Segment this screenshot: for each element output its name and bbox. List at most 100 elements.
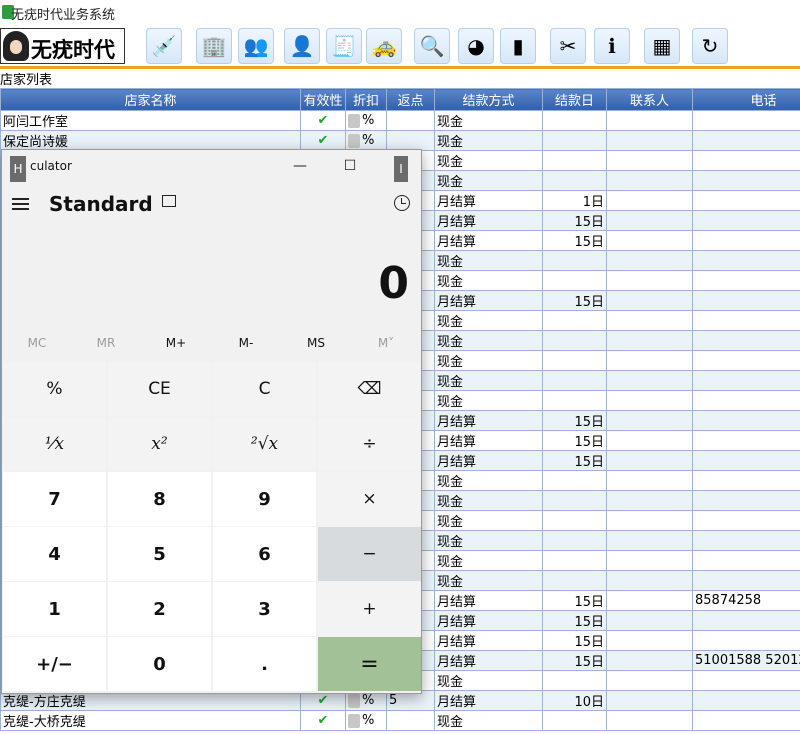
cell-phone[interactable] (692, 230, 800, 251)
cell-contact[interactable] (606, 670, 693, 691)
car-icon[interactable]: 🚕 (366, 28, 402, 64)
cell-pay[interactable]: 现金 (434, 710, 543, 731)
cell-day[interactable] (542, 270, 607, 291)
memory-button-mplus[interactable]: M+ (146, 336, 206, 350)
cell-pay[interactable]: 现金 (434, 250, 543, 271)
cell-day[interactable] (542, 510, 607, 531)
cell-contact[interactable] (606, 150, 693, 171)
calculator-icon[interactable]: ▦ (644, 28, 680, 64)
cell-contact[interactable] (606, 710, 693, 731)
cell-pay[interactable]: 现金 (434, 670, 543, 691)
table-row[interactable]: 克缇-大桥克缇 ✔% 现金 (0, 710, 800, 731)
cell-pay[interactable]: 月结算 (434, 210, 543, 231)
cell-phone[interactable] (692, 390, 800, 411)
cell-valid[interactable]: ✔ (300, 710, 346, 731)
cell-discount[interactable]: % (345, 110, 387, 131)
cell-contact[interactable] (606, 450, 693, 471)
cell-pay[interactable]: 现金 (434, 370, 543, 391)
cell-phone[interactable] (692, 190, 800, 211)
cell-day[interactable] (542, 490, 607, 511)
cell-pay[interactable]: 现金 (434, 310, 543, 331)
cell-pay[interactable]: 月结算 (434, 450, 543, 471)
memory-button-mlist[interactable]: M˅ (356, 336, 416, 350)
cell-contact[interactable] (606, 270, 693, 291)
cell-day[interactable] (542, 250, 607, 271)
cell-day[interactable]: 15日 (542, 590, 607, 611)
tools-icon[interactable]: ✂ (550, 28, 586, 64)
person-icon[interactable]: 👤 (284, 28, 320, 64)
cell-pay[interactable]: 月结算 (434, 230, 543, 251)
cell-phone[interactable] (692, 670, 800, 691)
cell-contact[interactable] (606, 410, 693, 431)
cell-pay[interactable]: 现金 (434, 390, 543, 411)
cell-pay[interactable]: 现金 (434, 570, 543, 591)
cell-contact[interactable] (606, 130, 693, 151)
keep-on-top-icon[interactable] (162, 195, 176, 207)
key-divide[interactable]: ÷ (318, 417, 421, 471)
cell-phone[interactable] (692, 430, 800, 451)
key-four[interactable]: 4 (3, 527, 106, 581)
minimize-button[interactable]: — (290, 158, 310, 174)
cell-day[interactable] (542, 370, 607, 391)
key-percent[interactable]: % (3, 362, 106, 416)
cell-contact[interactable] (606, 330, 693, 351)
cell-day[interactable] (542, 110, 607, 131)
cell-day[interactable]: 10日 (542, 690, 607, 711)
cell-pay[interactable]: 月结算 (434, 410, 543, 431)
cash-register-icon[interactable]: 🧾 (326, 28, 362, 64)
cell-day[interactable] (542, 530, 607, 551)
key-seven[interactable]: 7 (3, 472, 106, 526)
cell-pay[interactable]: 月结算 (434, 690, 543, 711)
cell-pay[interactable]: 月结算 (434, 290, 543, 311)
key-zero[interactable]: 0 (108, 637, 211, 691)
cell-day[interactable]: 15日 (542, 450, 607, 471)
cell-pay[interactable]: 月结算 (434, 610, 543, 631)
column-header[interactable]: 店家名称 (0, 88, 301, 111)
cell-pay[interactable]: 现金 (434, 530, 543, 551)
cell-day[interactable] (542, 170, 607, 191)
calculator-window[interactable]: H culator — ☐ ✕ I Standard 0 MCMRM+M-MSM… (1, 149, 422, 694)
column-header[interactable]: 电话 (692, 88, 800, 111)
cell-day[interactable] (542, 550, 607, 571)
cell-pay[interactable]: 现金 (434, 490, 543, 511)
cell-contact[interactable] (606, 570, 693, 591)
key-equals[interactable]: = (318, 637, 421, 691)
column-header[interactable]: 联系人 (606, 88, 693, 111)
cell-phone[interactable] (692, 530, 800, 551)
cell-day[interactable] (542, 350, 607, 371)
key-three[interactable]: 3 (213, 582, 316, 636)
cell-day[interactable] (542, 330, 607, 351)
key-reciprocal[interactable]: ¹⁄x (3, 417, 106, 471)
key-square[interactable]: x² (108, 417, 211, 471)
cell-contact[interactable] (606, 290, 693, 311)
cell-phone[interactable] (692, 690, 800, 711)
cell-phone[interactable] (692, 550, 800, 571)
cell-phone[interactable] (692, 630, 800, 651)
key-negate[interactable]: +/− (3, 637, 106, 691)
cell-phone[interactable] (692, 350, 800, 371)
cell-pay[interactable]: 现金 (434, 170, 543, 191)
cell-day[interactable] (542, 670, 607, 691)
cell-pay[interactable]: 现金 (434, 130, 543, 151)
magnifier-icon[interactable]: 🔍 (414, 28, 450, 64)
cell-contact[interactable] (606, 430, 693, 451)
cell-day[interactable] (542, 150, 607, 171)
cell-contact[interactable] (606, 550, 693, 571)
cell-contact[interactable] (606, 310, 693, 331)
cell-contact[interactable] (606, 190, 693, 211)
cell-day[interactable]: 1日 (542, 190, 607, 211)
memory-button-ms[interactable]: MS (286, 336, 346, 350)
cell-pay[interactable]: 月结算 (434, 630, 543, 651)
cell-rebate[interactable] (386, 110, 435, 131)
cell-contact[interactable] (606, 690, 693, 711)
cell-pay[interactable]: 现金 (434, 330, 543, 351)
calculator-caption[interactable]: H culator — ☐ ✕ I (2, 150, 421, 184)
cell-valid[interactable]: ✔ (300, 130, 346, 151)
cell-contact[interactable] (606, 250, 693, 271)
cell-day[interactable] (542, 310, 607, 331)
cell-phone[interactable] (692, 130, 800, 151)
cell-phone[interactable] (692, 470, 800, 491)
info-icon[interactable]: ℹ (594, 28, 630, 64)
key-multiply[interactable]: × (318, 472, 421, 526)
cell-day[interactable] (542, 470, 607, 491)
